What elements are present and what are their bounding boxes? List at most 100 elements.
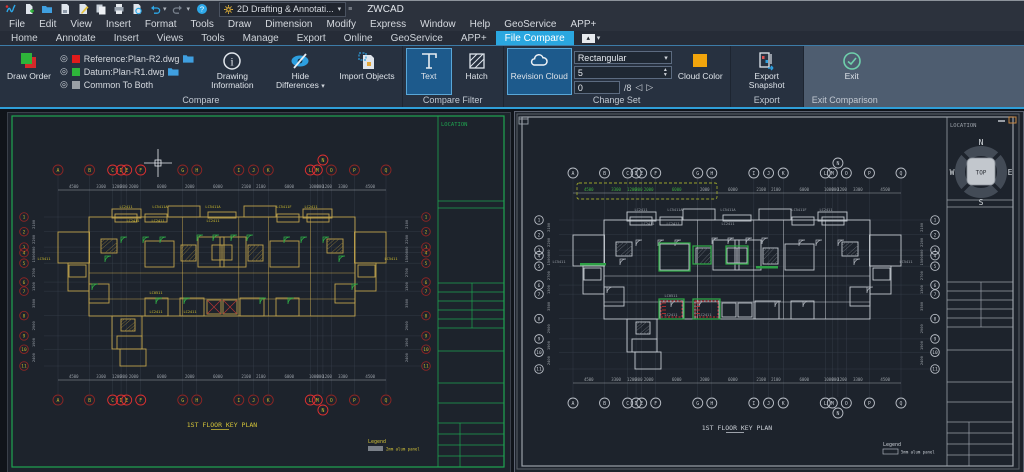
change-index-field[interactable]: 0 (574, 81, 620, 94)
svg-text:A: A (57, 398, 60, 404)
next-change-button[interactable]: ▷ (646, 82, 653, 93)
svg-text:2000: 2000 (700, 187, 710, 192)
revision-cloud-button[interactable]: Revision Cloud (507, 48, 572, 95)
redo-dropdown-caret[interactable]: ▾ (187, 5, 191, 13)
menu-item-app[interactable]: APP+ (563, 19, 603, 30)
redo-icon[interactable] (172, 3, 185, 16)
undo-dropdown-caret[interactable]: ▾ (163, 5, 167, 13)
menu-item-format[interactable]: Format (138, 19, 184, 30)
tab-file-compare[interactable]: File Compare (496, 31, 574, 45)
svg-text:2900: 2900 (404, 320, 409, 330)
menu-item-edit[interactable]: Edit (32, 19, 63, 30)
svg-text:LC0511: LC0511 (665, 294, 678, 298)
menu-item-window[interactable]: Window (413, 19, 463, 30)
copy-icon[interactable] (94, 3, 107, 16)
datum-plan-svg[interactable]: LOCATION45004500330033001200120080080020… (515, 112, 1021, 471)
text-filter-button[interactable]: Text (406, 48, 452, 95)
cloud-color-button[interactable]: Cloud Color (674, 48, 727, 95)
svg-text:2100: 2100 (241, 184, 251, 189)
print-preview-icon[interactable] (130, 3, 143, 16)
ribbon-tabbar: HomeAnnotateInsertViewsToolsManageExport… (0, 31, 1024, 45)
cloud-shape-select[interactable]: Rectangular ▾ (574, 51, 672, 64)
svg-text:LC2411: LC2411 (722, 222, 735, 226)
menu-item-view[interactable]: View (63, 19, 99, 30)
folder-icon[interactable] (183, 54, 194, 63)
tab-tools[interactable]: Tools (192, 31, 233, 45)
workspace-dropdown[interactable]: 2D Drafting & Annotati... ▾ (219, 2, 346, 17)
ribbon-minimize-toggle[interactable]: ▴▾ (582, 31, 601, 45)
tab-online[interactable]: Online (335, 31, 382, 45)
svg-text:4500: 4500 (584, 377, 594, 382)
hide-differences-button[interactable]: Hide Differences ▾ (267, 48, 333, 95)
menu-item-modify[interactable]: Modify (320, 19, 363, 30)
visibility-eye-icon[interactable]: ◎ (60, 80, 68, 89)
svg-text:Legend: Legend (883, 442, 901, 448)
svg-text:9: 9 (23, 334, 26, 340)
ribbon-toggle-caret-icon[interactable]: ▾ (597, 34, 601, 42)
tab-views[interactable]: Views (148, 31, 193, 45)
cloud-scale-spinner[interactable]: 5 ▲▼ (574, 66, 672, 79)
menu-item-help[interactable]: Help (463, 19, 498, 30)
workspace-value: 2D Drafting & Annotati... (237, 4, 334, 14)
workspace-list-icon[interactable]: ≡ (348, 6, 352, 13)
svg-text:4500: 4500 (69, 374, 79, 379)
ribbon-toggle-icon[interactable]: ▴ (582, 34, 595, 43)
svg-text:1ST FLOOR KEY PLAN: 1ST FLOOR KEY PLAN (702, 424, 773, 432)
spinner-arrows-icon[interactable]: ▲▼ (663, 68, 668, 78)
tab-app[interactable]: APP+ (452, 31, 496, 45)
save-icon[interactable] (58, 3, 71, 16)
exit-button[interactable]: Exit (829, 48, 875, 95)
svg-text:P: P (353, 398, 356, 404)
tab-manage[interactable]: Manage (234, 31, 288, 45)
folder-icon[interactable] (168, 67, 179, 76)
svg-text:8: 8 (934, 316, 937, 322)
svg-text:2: 2 (23, 229, 26, 235)
revision-cloud-label: Revision Cloud (511, 72, 568, 81)
svg-text:LC5411: LC5411 (38, 257, 51, 261)
export-snapshot-button[interactable]: Export Snapshot (734, 48, 800, 95)
exit-group-label: Exit Comparison (804, 95, 1024, 107)
menu-item-draw[interactable]: Draw (221, 19, 258, 30)
import-objects-button[interactable]: Import Objects (335, 48, 398, 95)
svg-text:N: N (321, 158, 324, 164)
menu-item-insert[interactable]: Insert (99, 19, 138, 30)
menu-item-dimension[interactable]: Dimension (258, 19, 319, 30)
tab-export[interactable]: Export (288, 31, 335, 45)
help-icon[interactable]: ? (195, 3, 208, 16)
draw-order-button[interactable]: Draw Order (3, 48, 55, 95)
reference-plan-svg[interactable]: LOCATION45004500330033001200120080080020… (8, 113, 508, 470)
menu-item-geoservice[interactable]: GeoService (497, 19, 563, 30)
drawing-information-button[interactable]: i Drawing Information (199, 48, 265, 95)
tab-insert[interactable]: Insert (105, 31, 148, 45)
svg-text:E: E (640, 401, 643, 407)
svg-text:2100: 2100 (256, 184, 266, 189)
reference-drawing-pane[interactable]: LOCATION45004500330033001200120080080020… (7, 112, 511, 472)
open-folder-icon[interactable] (40, 3, 53, 16)
menu-item-express[interactable]: Express (363, 19, 413, 30)
new-file-icon[interactable] (22, 3, 35, 16)
menu-item-file[interactable]: File (2, 19, 32, 30)
menu-item-tools[interactable]: Tools (184, 19, 221, 30)
visibility-eye-icon[interactable]: ◎ (60, 54, 68, 63)
hatch-filter-button[interactable]: Hatch (454, 48, 500, 95)
datum-drawing-pane[interactable]: LOCATION45004500330033001200120080080020… (514, 111, 1024, 472)
tab-geoservice[interactable]: GeoService (382, 31, 452, 45)
svg-text:Q: Q (900, 401, 903, 407)
tab-home[interactable]: Home (2, 31, 47, 45)
zwcad-logo-icon (4, 3, 17, 16)
svg-text:4500: 4500 (880, 377, 890, 382)
svg-text:6: 6 (934, 283, 937, 289)
tab-annotate[interactable]: Annotate (47, 31, 105, 45)
svg-text:1500: 1500 (919, 256, 924, 266)
svg-text:6000: 6000 (728, 187, 738, 192)
svg-text:C: C (626, 401, 629, 407)
svg-text:6000: 6000 (157, 374, 167, 379)
print-icon[interactable] (112, 3, 125, 16)
svg-text:1900: 1900 (31, 337, 36, 347)
save-as-icon[interactable] (76, 3, 89, 16)
visibility-eye-icon[interactable]: ◎ (60, 67, 68, 76)
undo-icon[interactable] (148, 3, 161, 16)
cloud-scale-value: 5 (578, 68, 583, 78)
prev-change-button[interactable]: ◁ (635, 82, 642, 93)
svg-text:4500: 4500 (365, 184, 375, 189)
